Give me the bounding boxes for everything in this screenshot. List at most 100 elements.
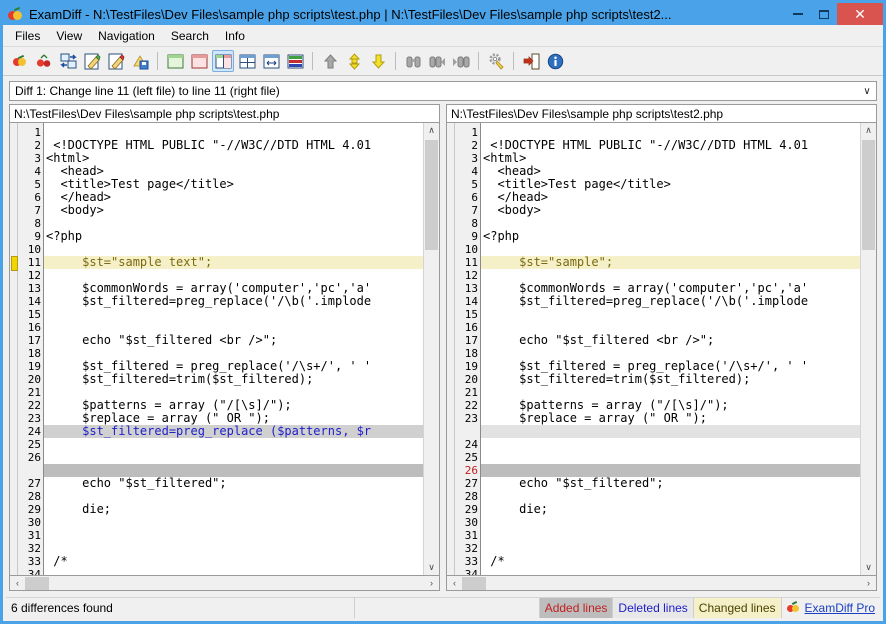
code-line[interactable] xyxy=(44,529,423,542)
code-line[interactable]: <!DOCTYPE HTML PUBLIC "-//W3C//DTD HTML … xyxy=(44,139,423,152)
menu-navigation[interactable]: Navigation xyxy=(90,27,163,45)
find-previous-icon[interactable] xyxy=(450,50,472,72)
close-button[interactable]: ✕ xyxy=(837,3,883,25)
menu-search[interactable]: Search xyxy=(163,27,217,45)
scroll-right-icon[interactable]: › xyxy=(861,578,876,588)
options-icon[interactable] xyxy=(485,50,507,72)
code-line[interactable]: $st="sample text"; xyxy=(44,256,423,269)
right-horizontal-scrollbar[interactable]: ‹ › xyxy=(446,576,877,591)
maximize-button[interactable] xyxy=(811,3,837,25)
examdiff-pro-link-cell[interactable]: ExamDiff Pro xyxy=(782,598,880,618)
code-line[interactable]: $replace = array (" OR "); xyxy=(481,412,860,425)
code-line[interactable] xyxy=(44,568,423,575)
line-number: 11 xyxy=(464,256,478,269)
scroll-up-icon[interactable]: ∧ xyxy=(424,123,439,138)
chevron-down-icon[interactable]: ∨ xyxy=(858,82,876,100)
about-icon[interactable] xyxy=(544,50,566,72)
left-horizontal-scrollbar[interactable]: ‹ › xyxy=(9,576,440,591)
code-line[interactable]: <body> xyxy=(44,204,423,217)
right-hscroll-thumb[interactable] xyxy=(462,576,486,590)
view-unified-icon[interactable] xyxy=(284,50,306,72)
edit-right-file-icon[interactable] xyxy=(105,50,127,72)
exit-icon[interactable] xyxy=(520,50,542,72)
right-vscroll-thumb[interactable] xyxy=(862,140,875,250)
left-file-path: N:\TestFiles\Dev Files\sample php script… xyxy=(9,104,440,122)
code-line[interactable] xyxy=(481,438,860,451)
code-line[interactable]: die; xyxy=(44,503,423,516)
examdiff-pro-link[interactable]: ExamDiff Pro xyxy=(805,601,875,615)
line-number: 7 xyxy=(34,204,41,217)
code-line[interactable] xyxy=(44,516,423,529)
code-line[interactable] xyxy=(44,451,423,464)
next-difference-icon[interactable] xyxy=(343,50,365,72)
code-line[interactable]: <!DOCTYPE HTML PUBLIC "-//W3C//DTD HTML … xyxy=(481,139,860,152)
left-vscroll-thumb[interactable] xyxy=(425,140,438,250)
code-line[interactable]: echo "$st_filtered <br />"; xyxy=(481,334,860,347)
menu-view[interactable]: View xyxy=(48,27,90,45)
code-line[interactable]: $st="sample"; xyxy=(481,256,860,269)
diff-selector-combobox[interactable]: Diff 1: Change line 11 (left file) to li… xyxy=(9,81,877,101)
view-left-only-icon[interactable] xyxy=(164,50,186,72)
code-line[interactable]: $st_filtered=trim($st_filtered); xyxy=(44,373,423,386)
code-line[interactable]: echo "$st_filtered"; xyxy=(44,477,423,490)
code-line[interactable]: $st_filtered=trim($st_filtered); xyxy=(481,373,860,386)
find-icon[interactable] xyxy=(402,50,424,72)
line-number: 21 xyxy=(27,386,41,399)
code-line[interactable]: echo "$st_filtered <br />"; xyxy=(44,334,423,347)
code-line[interactable] xyxy=(481,529,860,542)
edit-left-file-icon[interactable] xyxy=(81,50,103,72)
view-sync-scroll-icon[interactable] xyxy=(260,50,282,72)
right-pane-body[interactable]: 1 2 3 4 5 6 7 8 9 10 11 12 13 14 15 16 17 18 19 20 21 22 23 24 2… xyxy=(446,122,877,576)
scroll-down-icon[interactable]: ∨ xyxy=(861,560,876,575)
code-line[interactable]: die; xyxy=(481,503,860,516)
right-vertical-scrollbar[interactable]: ∧ ∨ xyxy=(860,123,876,575)
code-line[interactable]: $st_filtered=preg_replace('/\b('.implode xyxy=(481,295,860,308)
left-vertical-scrollbar[interactable]: ∧ ∨ xyxy=(423,123,439,575)
view-horizontal-split-icon[interactable] xyxy=(236,50,258,72)
code-line[interactable]: /* xyxy=(44,555,423,568)
save-file-icon[interactable] xyxy=(129,50,151,72)
left-hscroll-track[interactable] xyxy=(25,576,424,590)
scroll-left-icon[interactable]: ‹ xyxy=(447,578,462,588)
code-line[interactable]: $st_filtered=preg_replace('/\b('.implode xyxy=(44,295,423,308)
menu-info[interactable]: Info xyxy=(217,27,253,45)
toolbar xyxy=(3,47,883,76)
code-line[interactable]: /* xyxy=(481,555,860,568)
view-side-by-side-icon[interactable] xyxy=(212,50,234,72)
scroll-left-icon[interactable]: ‹ xyxy=(10,578,25,588)
last-difference-icon[interactable] xyxy=(367,50,389,72)
find-next-icon[interactable] xyxy=(426,50,448,72)
code-line[interactable] xyxy=(44,438,423,451)
minimize-button[interactable] xyxy=(785,3,811,25)
swap-files-icon[interactable] xyxy=(57,50,79,72)
code-line[interactable] xyxy=(481,568,860,575)
differences-found-text: 6 differences found xyxy=(6,598,355,618)
scroll-right-icon[interactable]: › xyxy=(424,578,439,588)
scroll-up-icon[interactable]: ∧ xyxy=(861,123,876,138)
left-pane-body[interactable]: 1 2 3 4 5 6 7 8 9 10 11 12 13 14 15 16 17 18 19 20 21 22 23 24 2… xyxy=(9,122,440,576)
view-right-only-icon[interactable] xyxy=(188,50,210,72)
code-line[interactable] xyxy=(481,425,860,438)
code-line[interactable] xyxy=(44,217,423,230)
code-line[interactable] xyxy=(481,451,860,464)
code-line[interactable]: $st_filtered=preg_replace ($patterns, $r xyxy=(44,425,423,438)
code-line[interactable]: echo "$st_filtered"; xyxy=(481,477,860,490)
left-hscroll-thumb[interactable] xyxy=(25,576,49,590)
code-line[interactable] xyxy=(44,308,423,321)
code-line[interactable]: <?php xyxy=(481,230,860,243)
code-line[interactable] xyxy=(44,542,423,555)
right-hscroll-track[interactable] xyxy=(462,576,861,590)
code-line[interactable]: <?php xyxy=(44,230,423,243)
code-line[interactable] xyxy=(481,542,860,555)
code-line[interactable] xyxy=(481,516,860,529)
code-line[interactable]: <body> xyxy=(481,204,860,217)
right-code-text[interactable]: <!DOCTYPE HTML PUBLIC "-//W3C//DTD HTML … xyxy=(481,123,860,575)
compare-directories-icon[interactable] xyxy=(33,50,55,72)
scroll-down-icon[interactable]: ∨ xyxy=(424,560,439,575)
menu-files[interactable]: Files xyxy=(7,27,48,45)
previous-difference-icon[interactable] xyxy=(319,50,341,72)
compare-files-icon[interactable] xyxy=(9,50,31,72)
code-line[interactable] xyxy=(481,308,860,321)
left-code-text[interactable]: <!DOCTYPE HTML PUBLIC "-//W3C//DTD HTML … xyxy=(44,123,423,575)
code-line[interactable] xyxy=(481,217,860,230)
